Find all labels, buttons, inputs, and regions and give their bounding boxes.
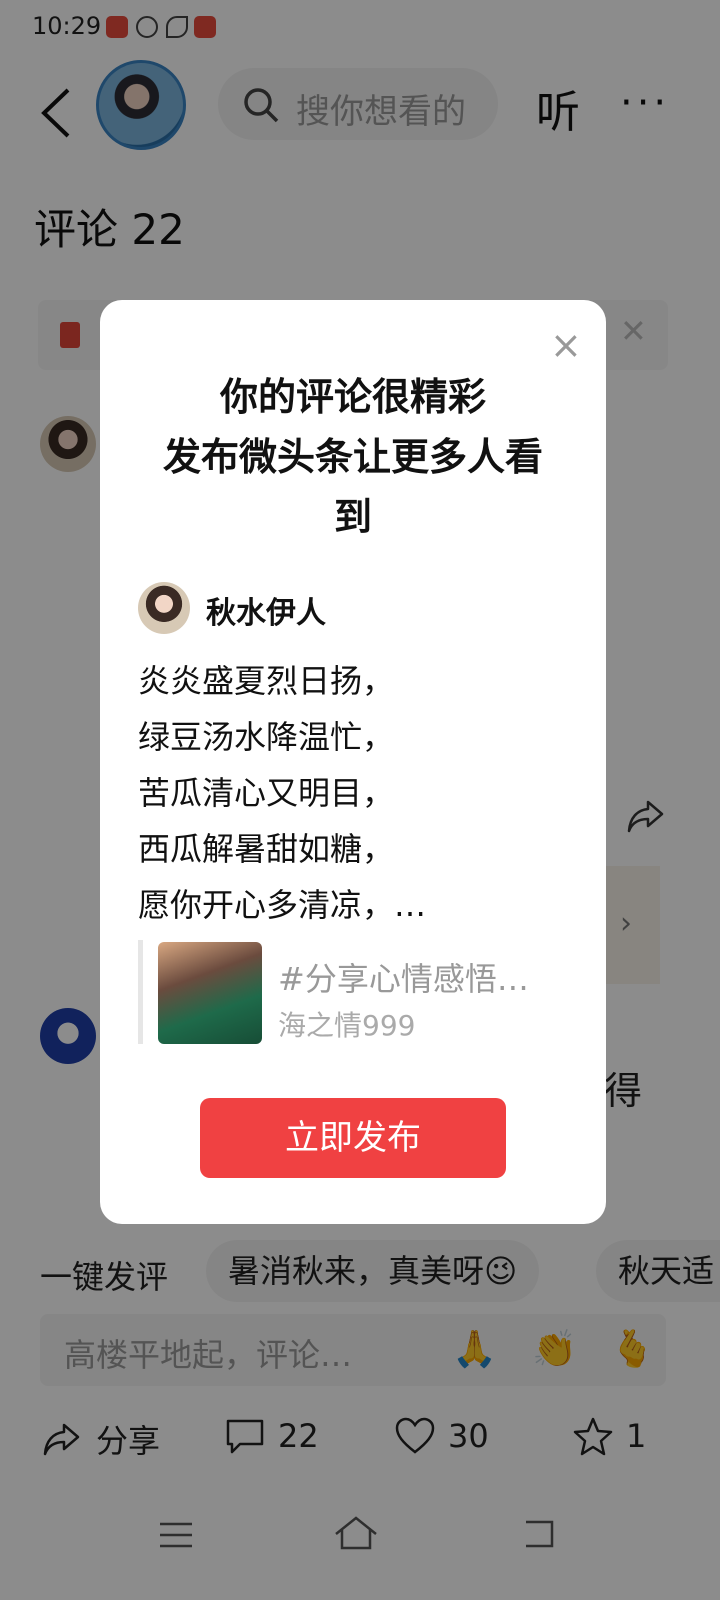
quote-divider [138, 940, 143, 1044]
article-tag: #分享心情感悟… [278, 960, 529, 998]
article-thumbnail [158, 942, 262, 1044]
poem-line: 西瓜解暑甜如糖， [138, 830, 395, 868]
publish-button[interactable]: 立即发布 [200, 1098, 506, 1178]
poem-line: 苦瓜清心又明目， [138, 774, 395, 812]
modal-title-line-3: 到 [333, 495, 372, 539]
publish-modal: × 你的评论很精彩 发布微头条让更多人看 到 秋水伊人 炎炎盛夏烈日扬， 绿豆汤… [100, 300, 606, 1224]
poem-line: 绿豆汤水降温忙， [138, 718, 395, 756]
author-avatar [138, 582, 190, 634]
poem-line: 愿你开心多清凉，… [138, 886, 427, 924]
poem-line: 炎炎盛夏烈日扬， [138, 662, 395, 700]
author-name: 秋水伊人 [206, 596, 326, 631]
modal-title-line-2: 发布微头条让更多人看 [162, 435, 543, 479]
close-icon[interactable]: × [550, 326, 582, 364]
article-author: 海之情999 [278, 1009, 416, 1042]
modal-title-line-1: 你的评论很精彩 [219, 375, 486, 419]
